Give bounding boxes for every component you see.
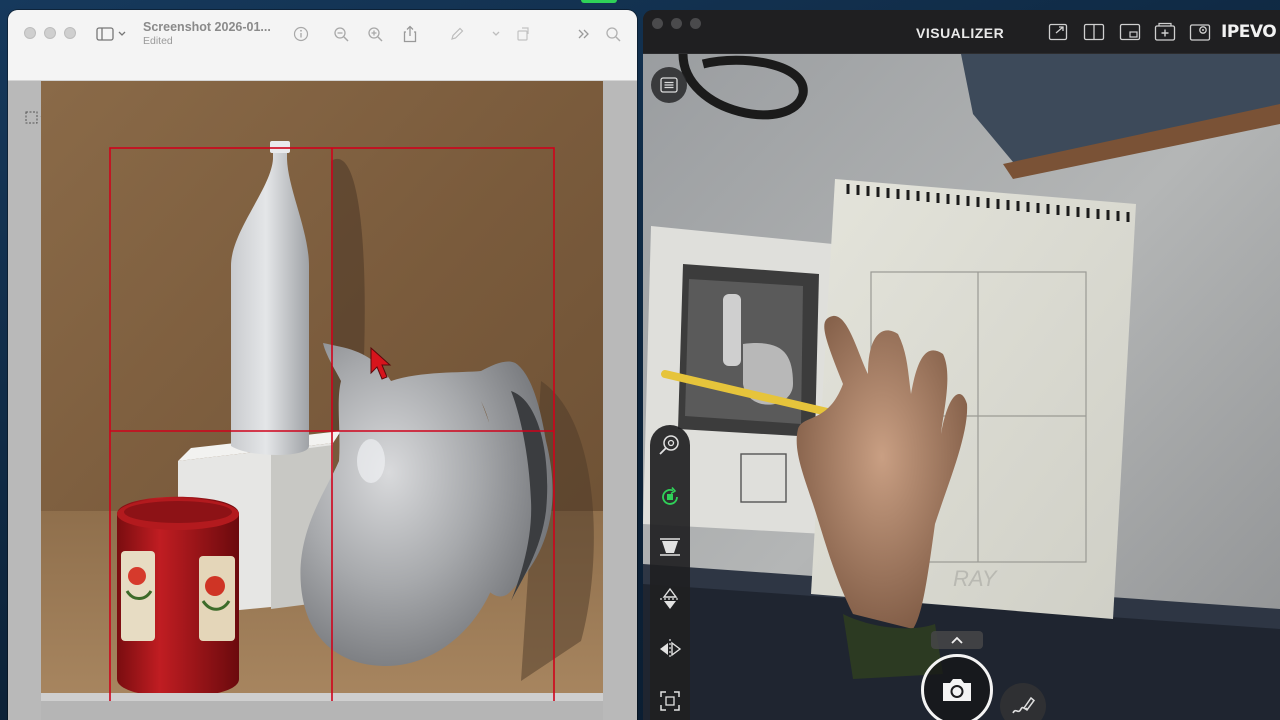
visualizer-titlebar: VISUALIZER IPEVO xyxy=(643,10,1280,54)
sidebar-toggle-button[interactable] xyxy=(96,25,130,43)
chevron-down-icon xyxy=(492,31,500,36)
share-button[interactable] xyxy=(400,24,420,44)
zoom-out-button[interactable] xyxy=(331,24,351,44)
minimize-button[interactable] xyxy=(44,27,56,39)
search-icon xyxy=(606,27,621,42)
close-button[interactable] xyxy=(24,27,36,39)
chevron-up-icon xyxy=(951,636,963,644)
minimize-button[interactable] xyxy=(671,18,682,29)
menubar-indicator xyxy=(581,0,617,3)
annotate-pen-icon xyxy=(1012,696,1036,714)
crop-icon xyxy=(660,691,680,711)
document-canvas[interactable] xyxy=(41,81,603,701)
preview-window: Screenshot 2026-01... Edited xyxy=(8,10,637,720)
zoom-tool-button[interactable] xyxy=(658,433,682,457)
visualizer-window: VISUALIZER IPEVO RAY xyxy=(643,10,1280,720)
document-title[interactable]: Screenshot 2026-01... xyxy=(143,20,271,34)
zoom-in-button[interactable] xyxy=(365,24,385,44)
camera-icon xyxy=(943,679,971,701)
more-chevron-icon xyxy=(578,29,589,39)
close-button[interactable] xyxy=(652,18,663,29)
app-title: VISUALIZER xyxy=(916,25,1005,41)
selection-tool-icon xyxy=(25,111,38,123)
preview-titlebar: Screenshot 2026-01... Edited xyxy=(8,10,637,57)
crop-button[interactable] xyxy=(658,689,682,713)
zoom-out-icon xyxy=(334,27,349,42)
keystone-icon xyxy=(660,538,680,556)
popout-icon xyxy=(1048,23,1068,41)
info-button[interactable] xyxy=(291,24,311,44)
menu-icon xyxy=(660,77,678,93)
menu-button[interactable] xyxy=(651,67,687,103)
markup-toolbar: A Aa xyxy=(8,57,637,124)
expand-panel-button[interactable] xyxy=(931,631,983,649)
still-life-photo xyxy=(41,81,603,701)
popout-button[interactable] xyxy=(1047,22,1069,42)
tools-sidebar xyxy=(650,425,690,720)
flip-vertical-icon xyxy=(660,587,680,609)
more-toolbar-button[interactable] xyxy=(574,24,594,44)
document-status: Edited xyxy=(143,35,173,47)
sidebar-toggle-icon xyxy=(96,27,114,41)
brand-logo: IPEVO xyxy=(1221,22,1277,42)
markup-menu-button[interactable] xyxy=(486,24,506,44)
picture-in-picture-button[interactable] xyxy=(1119,22,1141,42)
settings-icon xyxy=(1189,24,1211,41)
zoom-button[interactable] xyxy=(64,27,76,39)
rotate-tool-button[interactable] xyxy=(658,485,682,509)
markup-button[interactable] xyxy=(447,24,467,44)
search-button[interactable] xyxy=(603,24,623,44)
split-view-icon xyxy=(1083,23,1105,41)
zoom-button[interactable] xyxy=(690,18,701,29)
capture-button[interactable] xyxy=(921,654,993,720)
sketch-label: RAY xyxy=(953,566,998,591)
mirror-button[interactable] xyxy=(658,637,682,661)
share-icon xyxy=(403,25,417,43)
camera-settings-button[interactable] xyxy=(1189,22,1211,42)
split-view-button[interactable] xyxy=(1083,22,1105,42)
canvas-bottom-gutter xyxy=(41,701,603,720)
flip-vertical-button[interactable] xyxy=(658,587,682,611)
zoom-in-icon xyxy=(368,27,383,42)
chevron-down-icon xyxy=(118,31,126,36)
rotate-icon xyxy=(517,27,529,41)
markup-pen-icon xyxy=(451,27,464,40)
picture-in-picture-icon xyxy=(1119,23,1141,41)
window-controls xyxy=(24,27,76,39)
keystone-tool-button[interactable] xyxy=(658,535,682,559)
camera-feed: RAY xyxy=(643,54,1280,720)
window-controls xyxy=(652,18,701,29)
rotate-icon xyxy=(662,486,678,505)
mirror-icon xyxy=(660,639,682,659)
camera-feed-image: RAY xyxy=(643,54,1280,720)
add-window-icon xyxy=(1154,22,1176,41)
zoom-icon xyxy=(659,435,679,455)
add-window-button[interactable] xyxy=(1154,22,1176,42)
rotate-button[interactable] xyxy=(513,24,533,44)
info-icon xyxy=(293,26,309,42)
